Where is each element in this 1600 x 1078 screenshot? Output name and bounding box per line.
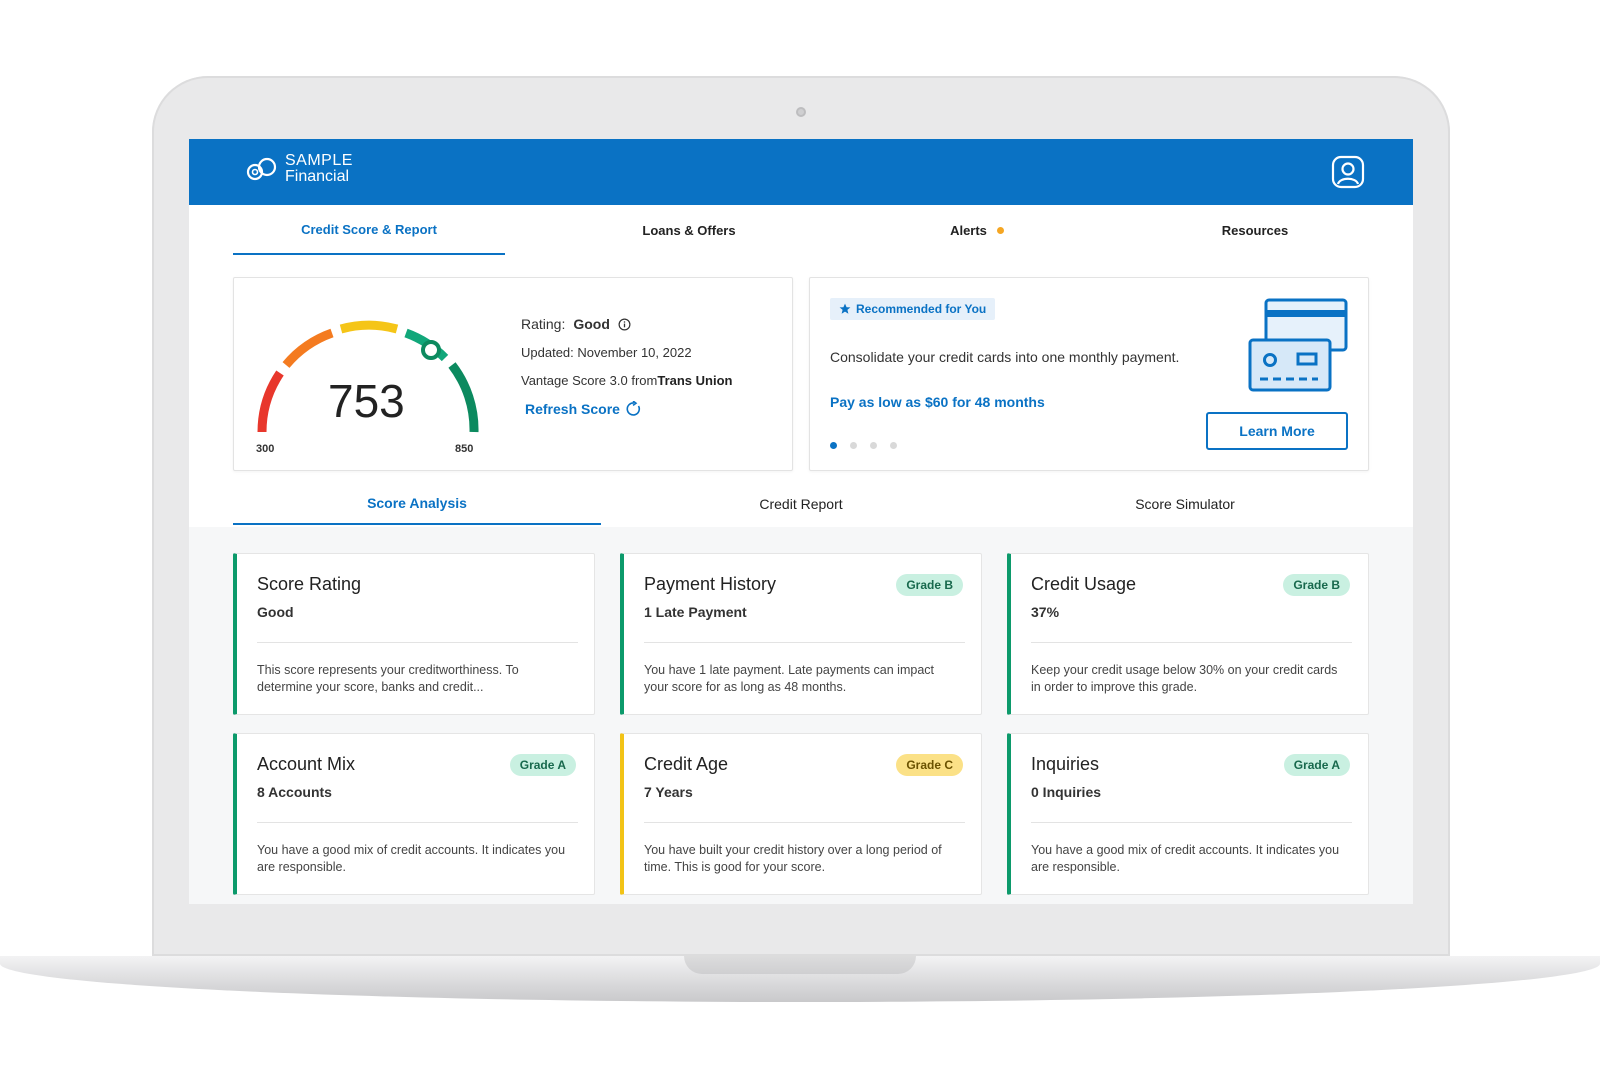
brand-line-1: SAMPLE — [285, 152, 353, 169]
star-icon — [839, 303, 851, 314]
brand-logo[interactable]: SAMPLE Financial — [245, 153, 353, 185]
nav-tab-loans-offers[interactable]: Loans & Offers — [553, 205, 825, 255]
tab-label: Score Analysis — [367, 495, 467, 511]
score-details: Rating: Good Updated: November 10, 2022 … — [521, 316, 732, 430]
tile-credit-usage[interactable]: Credit Usage Grade B 37% Keep your credi… — [1007, 553, 1369, 715]
tab-score-analysis[interactable]: Score Analysis — [233, 483, 601, 525]
tile-title: Inquiries — [1031, 754, 1100, 774]
tile-description: You have a good mix of credit accounts. … — [257, 843, 566, 874]
carousel-dot[interactable] — [870, 442, 877, 449]
carousel-dots — [830, 442, 897, 449]
rating-value: Good — [573, 316, 610, 332]
learn-more-button[interactable]: Learn More — [1206, 412, 1348, 450]
divider — [257, 822, 578, 823]
app-screen: SAMPLE Financial Credit Score & Report L… — [189, 139, 1413, 904]
grade-badge: Grade C — [896, 754, 963, 776]
tile-score-rating[interactable]: Score Rating Good This score represents … — [233, 553, 595, 715]
credit-score-card: 300 850 753 Rating: Good Updated: Novemb… — [233, 277, 793, 471]
divider — [257, 642, 578, 643]
tile-value: 37% — [1031, 604, 1060, 620]
promo-offer-link[interactable]: Pay as low as $60 for 48 months — [830, 394, 1045, 410]
tab-score-simulator[interactable]: Score Simulator — [1001, 483, 1369, 525]
divider — [644, 822, 965, 823]
nav-tab-label: Credit Score & Report — [301, 221, 437, 237]
app-header: SAMPLE Financial — [189, 139, 1413, 205]
recommendation-card: Recommended for You Consolidate your cre… — [809, 277, 1369, 471]
nav-tab-credit-score[interactable]: Credit Score & Report — [233, 205, 505, 255]
laptop-notch — [684, 956, 916, 974]
carousel-dot[interactable] — [830, 442, 837, 449]
gauge-marker — [421, 340, 441, 360]
grade-badge: Grade A — [1283, 754, 1350, 776]
tile-account-mix[interactable]: Account Mix Grade A 8 Accounts You have … — [233, 733, 595, 895]
main-nav: Credit Score & Report Loans & Offers Ale… — [233, 205, 1369, 255]
recommended-badge: Recommended for You — [830, 298, 996, 320]
divider — [1031, 822, 1352, 823]
tab-credit-report[interactable]: Credit Report — [617, 483, 985, 525]
tile-value: 0 Inquiries — [1031, 784, 1102, 800]
tile-description: Keep your credit usage below 30% on your… — [1031, 663, 1338, 694]
promo-text: Consolidate your credit cards into one m… — [830, 349, 1180, 365]
tile-title: Score Rating — [257, 574, 362, 594]
tile-inquiries[interactable]: Inquiries Grade A 0 Inquiries You have a… — [1007, 733, 1369, 895]
tile-value: 8 Accounts — [257, 784, 332, 800]
tile-title: Payment History — [644, 574, 777, 594]
nav-tab-label: Loans & Offers — [642, 222, 736, 238]
tile-title: Account Mix — [257, 754, 356, 774]
gauge-min-label: 300 — [256, 443, 274, 454]
grade-badge: Grade B — [1283, 574, 1350, 596]
nav-tab-resources[interactable]: Resources — [1119, 205, 1391, 255]
tile-payment-history[interactable]: Payment History Grade B 1 Late Payment Y… — [620, 553, 982, 715]
tile-value: 1 Late Payment — [644, 604, 747, 620]
grade-badge: Grade B — [896, 574, 963, 596]
grade-badge: Grade A — [509, 754, 576, 776]
tab-label: Credit Report — [759, 496, 843, 512]
score-source: Vantage Score 3.0 from — [521, 373, 658, 388]
carousel-dot[interactable] — [850, 442, 857, 449]
carousel-dot[interactable] — [890, 442, 897, 449]
refresh-score-button[interactable]: Refresh Score — [525, 401, 642, 417]
tile-credit-age[interactable]: Credit Age Grade C 7 Years You have buil… — [620, 733, 982, 895]
divider — [1031, 642, 1352, 643]
nav-tab-label: Resources — [1221, 222, 1289, 238]
tile-value: Good — [257, 604, 294, 620]
tile-title: Credit Usage — [1031, 574, 1137, 594]
tile-value: 7 Years — [644, 784, 693, 800]
rating-label: Rating: — [521, 316, 566, 332]
recommended-badge-label: Recommended for You — [856, 302, 987, 316]
updated-date: Updated: November 10, 2022 — [521, 345, 692, 360]
analysis-tabs: Score Analysis Credit Report Score Simul… — [233, 483, 1369, 525]
refresh-score-label: Refresh Score — [525, 401, 620, 417]
tile-description: This score represents your creditworthin… — [257, 663, 519, 694]
info-icon[interactable] — [618, 318, 631, 331]
nav-tab-label: Alerts — [950, 222, 987, 238]
score-analysis-panel: Score Rating Good This score represents … — [189, 527, 1413, 904]
credit-cards-illustration-icon — [1248, 298, 1348, 392]
tab-label: Score Simulator — [1135, 496, 1235, 512]
tile-description: You have 1 late payment. Late payments c… — [644, 663, 934, 694]
nav-tab-alerts[interactable]: Alerts — [841, 205, 1113, 255]
tile-title: Credit Age — [644, 754, 729, 774]
score-bureau: Trans Union — [657, 373, 733, 388]
infinity-logo-icon — [246, 157, 277, 181]
tile-description: You have a good mix of credit accounts. … — [1031, 843, 1340, 874]
refresh-icon — [626, 401, 640, 416]
camera-icon — [796, 107, 806, 117]
brand-line-2: Financial — [285, 168, 350, 185]
alert-indicator-icon — [996, 226, 1004, 234]
gauge-max-label: 850 — [455, 443, 473, 454]
user-profile-icon[interactable] — [1331, 155, 1365, 189]
credit-score-value: 753 — [328, 375, 405, 427]
tile-description: You have built your credit history over … — [644, 843, 942, 874]
divider — [644, 642, 965, 643]
